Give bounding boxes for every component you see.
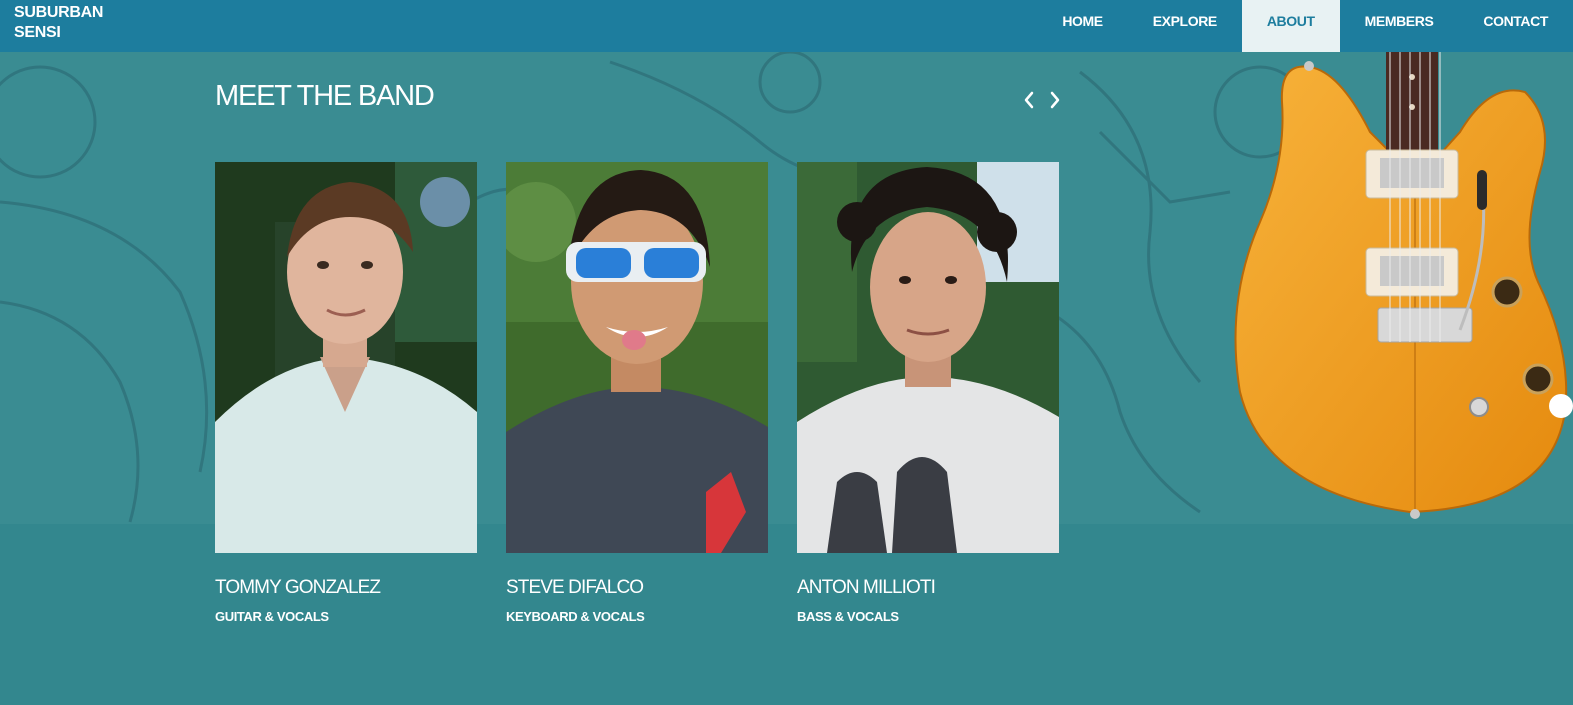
nav-explore[interactable]: EXPLORE bbox=[1128, 0, 1242, 52]
member-photo bbox=[215, 162, 477, 553]
member-photo bbox=[506, 162, 768, 553]
member-role: KEYBOARD & VOCALS bbox=[506, 609, 645, 624]
guitar-illustration bbox=[1234, 52, 1568, 519]
nav-home[interactable]: HOME bbox=[1037, 0, 1127, 52]
member-role: BASS & VOCALS bbox=[797, 609, 899, 624]
carousel-controls bbox=[1020, 88, 1064, 112]
member-role: GUITAR & VOCALS bbox=[215, 609, 329, 624]
nav-members[interactable]: MEMBERS bbox=[1340, 0, 1459, 52]
brand-line2: SENSI bbox=[14, 24, 61, 41]
member-card[interactable]: TOMMY GONZALEZ GUITAR & VOCALS bbox=[215, 162, 477, 624]
chevron-left-icon[interactable] bbox=[1020, 88, 1038, 112]
top-navbar: SUBURBAN SENSI HOME EXPLORE ABOUT MEMBER… bbox=[0, 0, 1573, 52]
floating-action-button[interactable] bbox=[1549, 394, 1573, 418]
brand-logo[interactable]: SUBURBAN SENSI bbox=[14, 3, 124, 43]
nav-about[interactable]: ABOUT bbox=[1241, 0, 1340, 52]
section-title: MEET THE BAND bbox=[215, 80, 435, 112]
member-photo bbox=[797, 162, 1059, 553]
member-card[interactable]: STEVE DIFALCO KEYBOARD & VOCALS bbox=[506, 162, 768, 624]
member-name: STEVE DIFALCO bbox=[506, 577, 644, 598]
nav-contact[interactable]: CONTACT bbox=[1458, 0, 1573, 52]
member-name: ANTON MILLIOTI bbox=[797, 577, 936, 598]
chevron-right-icon[interactable] bbox=[1046, 88, 1064, 112]
member-card[interactable]: ANTON MILLIOTI BASS & VOCALS bbox=[797, 162, 1059, 624]
brand-line1: SUBURBAN bbox=[14, 4, 104, 21]
member-name: TOMMY GONZALEZ bbox=[215, 577, 381, 598]
main-nav: HOME EXPLORE ABOUT MEMBERS CONTACT bbox=[1037, 0, 1573, 52]
